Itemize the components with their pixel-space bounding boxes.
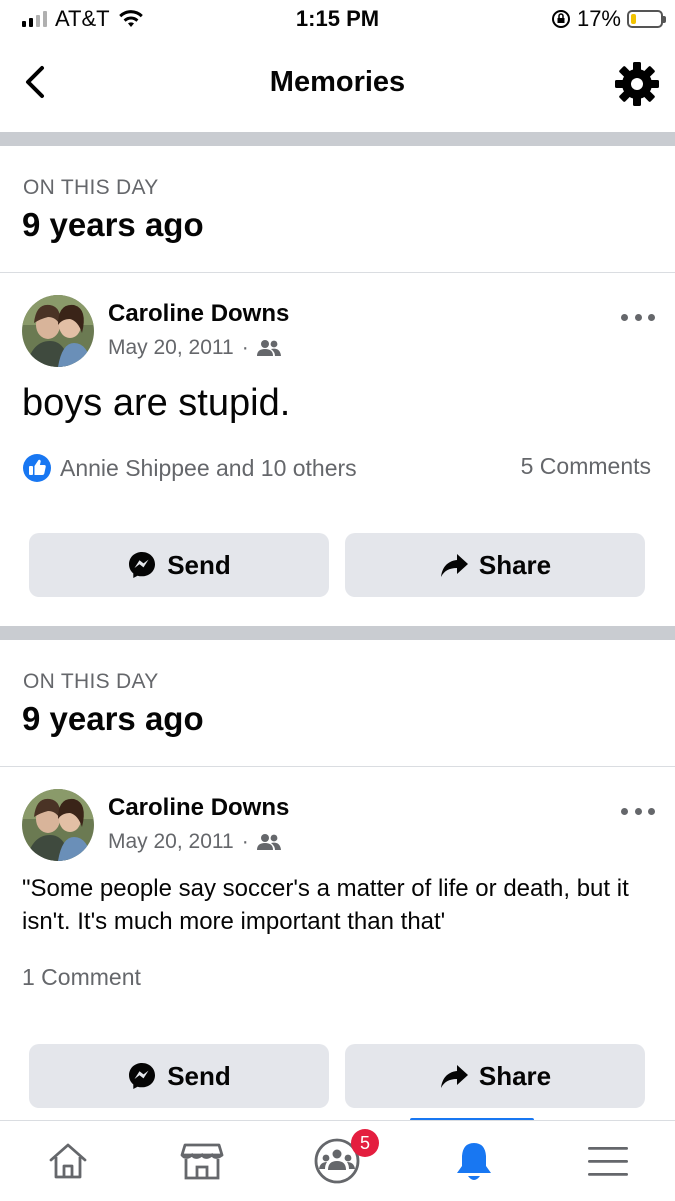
menu-icon [588, 1147, 628, 1176]
share-arrow-icon [440, 554, 468, 577]
post-text: "Some people say soccer's a matter of li… [22, 875, 629, 935]
tab-home[interactable] [40, 1133, 96, 1189]
reactions-summary[interactable]: Annie Shippee and 10 others [22, 453, 357, 483]
post-meta: May 20, 2011 · [108, 830, 281, 854]
tab-menu[interactable] [580, 1133, 636, 1189]
on-this-day-label: ON THIS DAY [23, 670, 159, 693]
meta-separator: · [241, 830, 249, 853]
notification-badge: 5 [351, 1129, 379, 1157]
share-button[interactable]: Share [345, 1044, 645, 1108]
messenger-icon [129, 1063, 156, 1089]
battery-icon [627, 10, 666, 28]
like-reaction-icon [23, 454, 51, 482]
section-separator [0, 626, 675, 640]
tab-marketplace[interactable] [174, 1133, 230, 1189]
page-title: Memories [269, 66, 406, 98]
post-date[interactable]: May 20, 2011 [108, 830, 234, 854]
friends-audience-icon[interactable] [256, 833, 281, 851]
reactions-text: Annie Shippee and 10 others [60, 454, 357, 481]
on-this-day-label: ON THIS DAY [23, 176, 159, 199]
send-button[interactable]: Send [29, 1044, 329, 1108]
post-author[interactable]: Caroline Downs [108, 300, 289, 328]
home-icon [49, 1143, 87, 1179]
comments-count[interactable]: 5 Comments [521, 453, 651, 480]
share-arrow-icon [440, 1065, 468, 1088]
notifications-bell-icon [457, 1143, 491, 1180]
post-meta: May 20, 2011 · [108, 336, 281, 360]
share-label: Share [478, 1060, 552, 1091]
post-author[interactable]: Caroline Downs [108, 794, 289, 822]
send-button[interactable]: Send [29, 533, 329, 597]
share-button[interactable]: Share [345, 533, 645, 597]
status-right: 17% [551, 6, 666, 32]
years-ago-heading: 9 years ago [22, 206, 204, 243]
more-options-icon[interactable] [621, 808, 655, 818]
post-text: boys are stupid. [22, 382, 291, 424]
send-label: Send [167, 1060, 231, 1091]
bottom-tab-bar: 5 [0, 1120, 675, 1201]
battery-percent: 17% [576, 6, 621, 31]
more-options-icon[interactable] [621, 314, 655, 324]
divider [0, 272, 675, 273]
meta-separator: · [241, 336, 249, 359]
avatar[interactable] [22, 789, 94, 861]
status-bar: AT&T 1:15 PM 17% [0, 0, 675, 38]
orientation-lock-icon [551, 10, 570, 28]
comments-count[interactable]: 1 Comment [22, 964, 141, 991]
years-ago-heading: 9 years ago [22, 700, 204, 737]
tab-groups[interactable]: 5 [309, 1129, 379, 1189]
share-label: Share [478, 549, 552, 580]
send-label: Send [167, 549, 231, 580]
tab-notifications[interactable] [446, 1133, 502, 1189]
messenger-icon [129, 552, 156, 578]
nav-header: Memories [0, 38, 675, 130]
gear-icon[interactable] [613, 60, 661, 108]
marketplace-icon [180, 1143, 224, 1180]
avatar[interactable] [22, 295, 94, 367]
section-separator [0, 132, 675, 146]
post-date[interactable]: May 20, 2011 [108, 336, 234, 360]
divider [0, 766, 675, 767]
friends-audience-icon[interactable] [256, 339, 281, 357]
